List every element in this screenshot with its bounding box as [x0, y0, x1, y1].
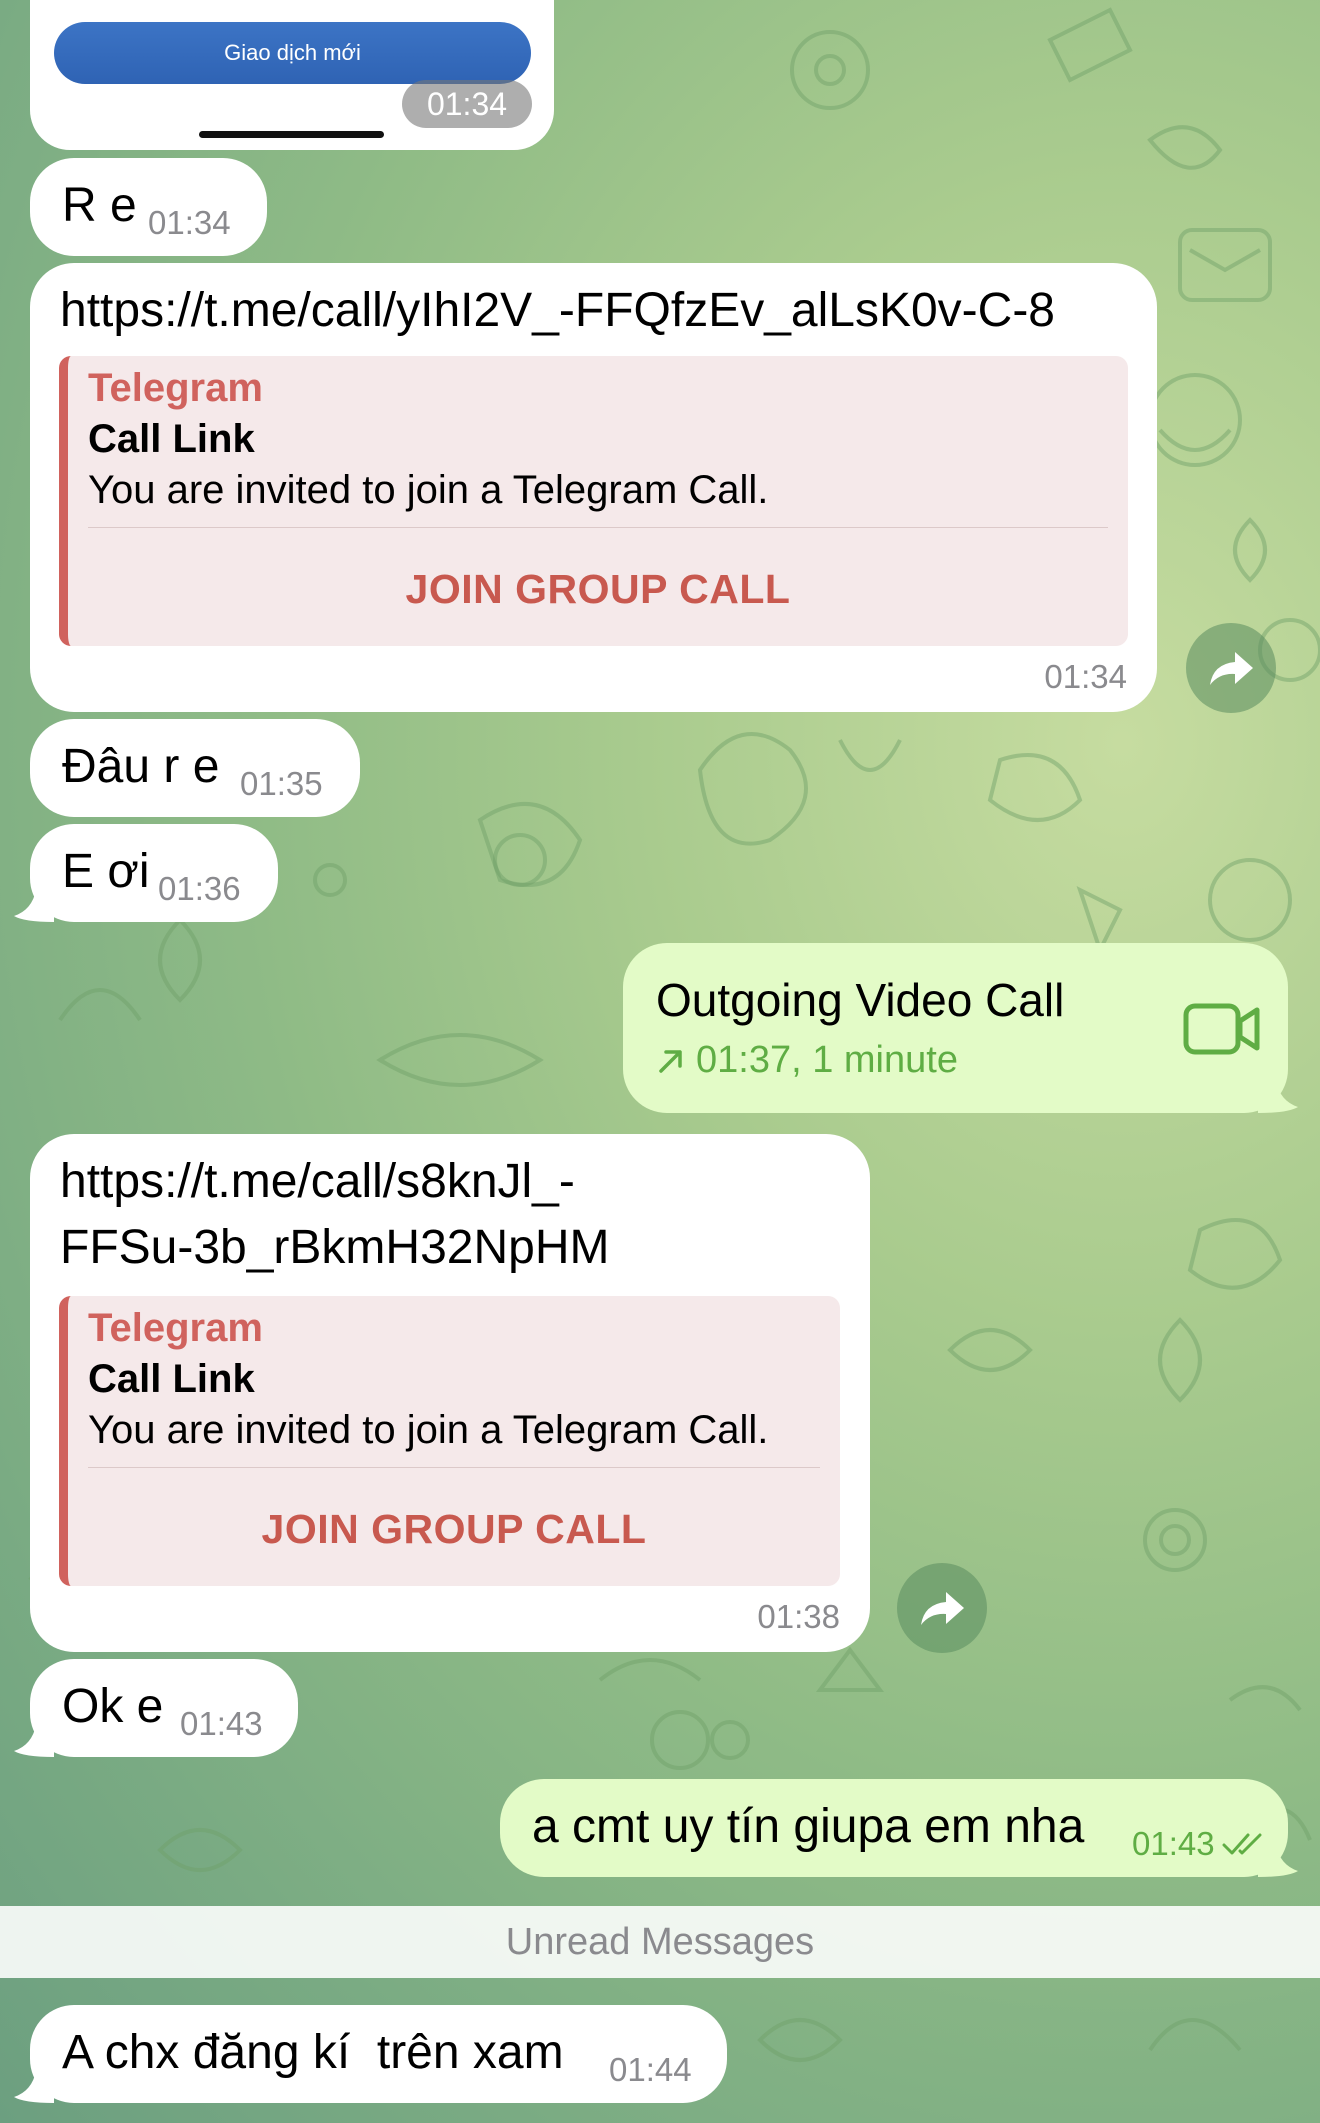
- message-time: 01:34: [1044, 658, 1127, 695]
- divider: [88, 527, 1108, 528]
- link-preview-title: Call Link: [88, 417, 255, 461]
- message-time: 01:43: [1132, 1825, 1215, 1862]
- bubble-tail: [1258, 1081, 1298, 1113]
- forward-button[interactable]: [1186, 623, 1276, 713]
- incoming-link-message[interactable]: https://t.me/call/yIhI2V_-FFQfzEv_alLsK0…: [30, 263, 1157, 712]
- link-preview-description: You are invited to join a Telegram Call.: [88, 1408, 769, 1452]
- promo-card: Giao dịch mới 01:34: [30, 0, 554, 150]
- link-preview-card[interactable]: Telegram Call Link You are invited to jo…: [59, 1296, 840, 1586]
- join-group-call-button[interactable]: JOIN GROUP CALL: [68, 1506, 840, 1553]
- incoming-message[interactable]: Ok e 01:43: [30, 1659, 298, 1757]
- incoming-message[interactable]: A chx đăng kí trên xam 01:44: [30, 2005, 727, 2103]
- message-text: Đâu r e: [62, 740, 220, 793]
- link-url-line-1[interactable]: https://t.me/call/s8knJl_-: [60, 1154, 575, 1210]
- bubble-tail: [14, 890, 54, 922]
- link-preview-source: Telegram: [88, 1306, 263, 1350]
- message-text: a cmt uy tín giupa em nha: [532, 1800, 1085, 1853]
- message-time: 01:43: [180, 1705, 263, 1742]
- home-indicator: [199, 131, 384, 138]
- outgoing-arrow-icon: [659, 1050, 682, 1073]
- incoming-message[interactable]: E ơi 01:36: [30, 824, 278, 922]
- incoming-message[interactable]: Đâu r e 01:35: [30, 719, 360, 817]
- link-preview-card[interactable]: Telegram Call Link You are invited to jo…: [59, 356, 1128, 646]
- message-time: 01:36: [158, 870, 241, 907]
- video-camera-icon[interactable]: [1183, 1003, 1261, 1055]
- incoming-message[interactable]: R e 01:34: [30, 158, 267, 256]
- bubble-tail: [1258, 1845, 1298, 1877]
- outgoing-message[interactable]: a cmt uy tín giupa em nha 01:43: [500, 1779, 1288, 1877]
- forward-button[interactable]: [897, 1563, 987, 1653]
- message-time: 01:34: [402, 80, 532, 128]
- message-time: 01:44: [609, 2051, 692, 2088]
- bubble-tail: [14, 2071, 54, 2103]
- incoming-link-message[interactable]: https://t.me/call/s8knJl_- FFSu-3b_rBkmH…: [30, 1134, 870, 1652]
- message-text: E ơi: [62, 845, 150, 898]
- unread-label: Unread Messages: [505, 1920, 815, 1963]
- join-group-call-button[interactable]: JOIN GROUP CALL: [68, 566, 1128, 613]
- message-time: 01:34: [148, 204, 231, 241]
- link-preview-description: You are invited to join a Telegram Call.: [88, 468, 769, 512]
- forward-icon: [1210, 652, 1253, 685]
- call-info: 01:37, 1 minute: [696, 1039, 958, 1081]
- message-time: 01:38: [757, 1598, 840, 1635]
- divider: [88, 1467, 820, 1468]
- link-url-line-2[interactable]: FFSu-3b_rBkmH32NpHM: [60, 1220, 609, 1276]
- unread-messages-divider: Unread Messages: [0, 1906, 1320, 1978]
- link-preview-title: Call Link: [88, 1357, 255, 1401]
- link-preview-source: Telegram: [88, 366, 263, 410]
- message-text: A chx đăng kí trên xam: [62, 2026, 564, 2079]
- forward-icon: [921, 1592, 964, 1625]
- outgoing-call-message[interactable]: Outgoing Video Call 01:37, 1 minute: [623, 943, 1288, 1113]
- message-text: Ok e: [62, 1680, 164, 1733]
- message-text: R e: [62, 179, 137, 232]
- message-time: 01:35: [240, 765, 323, 802]
- new-transaction-button[interactable]: Giao dịch mới: [54, 22, 531, 84]
- call-title: Outgoing Video Call: [656, 974, 1065, 1026]
- bubble-tail: [14, 1725, 54, 1757]
- link-url[interactable]: https://t.me/call/yIhI2V_-FFQfzEv_alLsK0…: [60, 283, 1055, 339]
